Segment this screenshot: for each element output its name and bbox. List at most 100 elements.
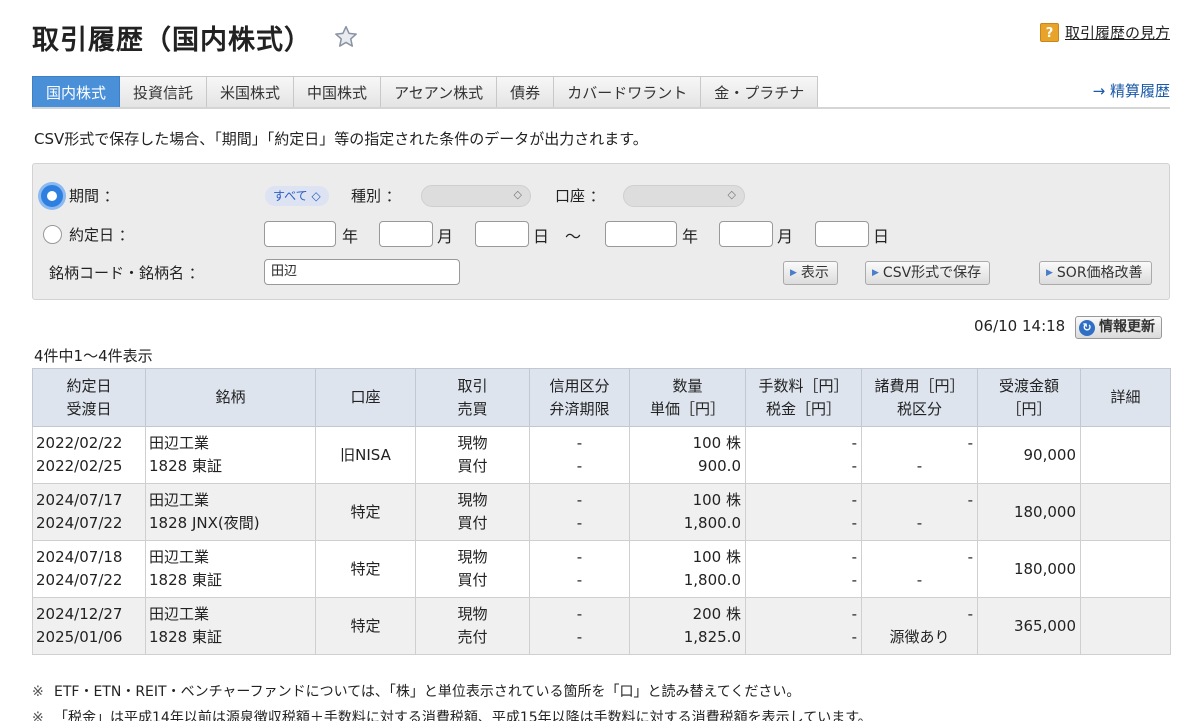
play-icon: ▶	[872, 268, 879, 278]
settlement-history-link[interactable]: → 精算履歴	[1093, 80, 1170, 101]
cell-qty-price: 100 株 1,800.0	[629, 483, 746, 541]
col-trade: 取引 売買	[415, 368, 530, 427]
cell-account: 特定	[315, 597, 416, 655]
cell-credit: --	[529, 426, 630, 484]
tab-investment-trust[interactable]: 投資信託	[120, 76, 208, 108]
cell-stock: 田辺工業 1828 東証	[145, 426, 316, 484]
history-table: 約定日 受渡日 銘柄 口座 取引 売買 信用区分 弁済期限 数量 単価［円］ 手数料［円…	[32, 368, 1171, 655]
col-dates: 約定日 受渡日	[32, 368, 146, 427]
stock-code-label: 銘柄コード・銘柄名 ：	[49, 264, 204, 282]
table-row: 2024/07/17 2024/07/22 田辺工業 1828 JNX(夜間) 特定…	[32, 483, 1171, 541]
tab-bond[interactable]: 債券	[497, 76, 555, 108]
col-fee-tax: 手数料［円］ 税金［円］	[745, 368, 862, 427]
cell-amount: 365,000	[977, 597, 1081, 655]
csv-save-label: CSV形式で保存	[882, 265, 982, 281]
period-radio[interactable]	[41, 185, 63, 207]
cell-qty-price: 100 株 900.0	[629, 426, 746, 484]
tab-covered-warrant[interactable]: カバードワラント	[554, 76, 702, 108]
refresh-button[interactable]: ↻ 情報更新	[1075, 316, 1162, 339]
cell-trade: 現物 買付	[415, 426, 530, 484]
cell-credit: --	[529, 597, 630, 655]
tab-divider	[32, 107, 1170, 109]
tab-us-stock[interactable]: 米国株式	[207, 76, 295, 108]
stock-code-input[interactable]: 田辺	[264, 259, 460, 285]
cell-fee-tax: --	[745, 426, 862, 484]
footnote: ※ ETF・ETN・REIT・ベンチャーファンドについては、「株」と単位表示されて…	[32, 684, 801, 700]
update-timestamp: 06/10 14:18	[974, 317, 1066, 335]
tab-gold-platinum[interactable]: 金・プラチナ	[701, 76, 819, 108]
cell-qty-price: 200 株 1,825.0	[629, 597, 746, 655]
account-select[interactable]: ◇	[623, 185, 745, 207]
chevron-updown-icon: ◇	[727, 188, 736, 201]
chevron-updown-icon: ◇	[513, 188, 522, 201]
refresh-label: 情報更新	[1099, 319, 1155, 335]
cell-cost-taxtype: --	[861, 540, 978, 598]
to-month-unit: 月	[777, 227, 794, 246]
type-label: 種別 ：	[351, 187, 401, 205]
page-title: 取引履歴（国内株式）	[32, 25, 312, 56]
help-link[interactable]: 取引履歴の見方	[1065, 22, 1170, 43]
cell-stock: 田辺工業 1828 JNX(夜間)	[145, 483, 316, 541]
csv-notice: CSV形式で保存した場合、「期間」「約定日」等の指定された条件のデータが出力され…	[34, 130, 648, 148]
cell-trade: 現物 買付	[415, 483, 530, 541]
to-year-unit: 年	[682, 227, 699, 246]
trade-date-radio[interactable]	[43, 225, 62, 244]
star-icon[interactable]	[333, 24, 359, 50]
csv-save-button[interactable]: ▶ CSV形式で保存	[865, 261, 991, 285]
to-day-input[interactable]	[815, 221, 869, 247]
from-month-input[interactable]	[379, 221, 433, 247]
cell-cost-taxtype: --	[861, 426, 978, 484]
col-amount: 受渡金額 ［円］	[977, 368, 1081, 427]
cell-amount: 180,000	[977, 483, 1081, 541]
from-day-unit: 日	[533, 227, 550, 246]
cell-account: 特定	[315, 483, 416, 541]
col-stock: 銘柄	[145, 368, 316, 427]
cell-cost-taxtype: --	[861, 483, 978, 541]
type-select[interactable]: ◇	[421, 185, 531, 207]
col-detail: 詳細	[1080, 368, 1171, 427]
sor-button-label: SOR価格改善	[1056, 265, 1143, 281]
show-button-label: 表示	[800, 265, 829, 281]
col-cost-taxtype: 諸費用［円］ 税区分	[861, 368, 978, 427]
range-tilde: 〜	[565, 227, 582, 246]
cell-detail[interactable]	[1080, 540, 1171, 598]
cell-dates: 2024/12/27 2025/01/06	[32, 597, 146, 655]
col-qty-price: 数量 単価［円］	[629, 368, 746, 427]
cell-fee-tax: --	[745, 597, 862, 655]
cell-dates: 2022/02/22 2022/02/25	[32, 426, 146, 484]
tab-domestic-stock[interactable]: 国内株式	[32, 76, 121, 108]
refresh-icon: ↻	[1079, 319, 1095, 336]
from-year-unit: 年	[342, 227, 359, 246]
cell-detail[interactable]	[1080, 597, 1171, 655]
cell-fee-tax: --	[745, 483, 862, 541]
sor-button[interactable]: ▶ SOR価格改善	[1039, 261, 1152, 285]
cell-detail[interactable]	[1080, 483, 1171, 541]
cell-stock: 田辺工業 1828 東証	[145, 540, 316, 598]
result-count: 4件中1〜4件表示	[34, 347, 153, 365]
account-label: 口座 ：	[555, 187, 605, 205]
from-day-input[interactable]	[475, 221, 529, 247]
from-month-unit: 月	[437, 227, 454, 246]
cell-dates: 2024/07/18 2024/07/22	[32, 540, 146, 598]
filter-panel: 期間 ： すべて ◇ 種別 ： ◇ 口座 ： ◇ 約定日 ： 年 月 日 〜 年…	[32, 163, 1170, 300]
trade-date-label: 約定日 ：	[69, 226, 134, 244]
table-row: 2024/12/27 2025/01/06 田辺工業 1828 東証 特定 現物 売付…	[32, 597, 1171, 655]
tab-asean-stock[interactable]: アセアン株式	[381, 76, 498, 108]
to-month-input[interactable]	[719, 221, 773, 247]
to-year-input[interactable]	[605, 221, 677, 247]
tab-china-stock[interactable]: 中国株式	[294, 76, 382, 108]
table-header-row: 約定日 受渡日 銘柄 口座 取引 売買 信用区分 弁済期限 数量 単価［円］ 手数料［円…	[32, 368, 1171, 427]
cell-detail[interactable]	[1080, 426, 1171, 484]
from-year-input[interactable]	[264, 221, 336, 247]
show-button[interactable]: ▶ 表示	[783, 261, 838, 285]
period-select[interactable]: すべて ◇	[265, 186, 329, 206]
table-row: 2022/02/22 2022/02/25 田辺工業 1828 東証 旧NISA 現…	[32, 426, 1171, 484]
cell-trade: 現物 売付	[415, 597, 530, 655]
cell-credit: --	[529, 540, 630, 598]
help-area[interactable]: ? 取引履歴の見方	[1039, 22, 1170, 43]
cell-stock: 田辺工業 1828 東証	[145, 597, 316, 655]
cell-cost-taxtype: - 源徴あり	[861, 597, 978, 655]
market-tabs: 国内株式 投資信託 米国株式 中国株式 アセアン株式 債券 カバードワラント 金…	[32, 76, 819, 108]
help-icon[interactable]: ?	[1039, 23, 1059, 42]
cell-amount: 180,000	[977, 540, 1081, 598]
